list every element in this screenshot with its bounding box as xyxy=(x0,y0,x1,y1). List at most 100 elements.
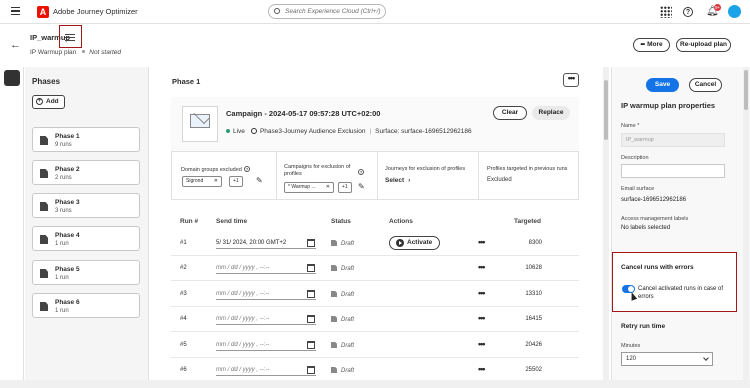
more-label: More xyxy=(647,41,663,48)
phases-title: Phases xyxy=(32,77,61,86)
phase-title: Phase 1 xyxy=(172,77,201,86)
reupload-plan-button[interactable]: Re-upload plan xyxy=(676,38,731,52)
run-status: Draft xyxy=(331,342,354,349)
properties-scrollbar[interactable] xyxy=(743,67,749,381)
row-more-icon[interactable]: ••• xyxy=(478,313,486,323)
plus-icon: + xyxy=(36,98,43,105)
description-field[interactable] xyxy=(621,164,725,178)
col-run: Run # xyxy=(180,218,199,225)
main-scroll-thumb[interactable] xyxy=(604,80,608,140)
calendar-icon[interactable] xyxy=(307,366,315,374)
domain-tag[interactable]: Sigrond ✕ xyxy=(182,176,222,187)
col-status: Status xyxy=(331,218,351,225)
campaign-meta: Live Phase3-Journey Audience Exclusion | Su… xyxy=(226,128,472,135)
live-status-dot xyxy=(226,129,230,133)
phase-card[interactable]: Phase 6 1 run xyxy=(32,293,140,318)
phase-icon xyxy=(40,202,48,211)
campaign-tag[interactable]: * Warmup ... ✕ xyxy=(284,182,334,193)
apps-grid-icon[interactable] xyxy=(660,6,672,18)
minutes-value: 120 xyxy=(626,356,637,362)
row-more-icon[interactable]: ••• xyxy=(478,288,486,298)
remove-tag-icon[interactable]: ✕ xyxy=(326,183,330,192)
phase-more-button[interactable]: ••• xyxy=(563,73,579,87)
row-more-icon[interactable]: ••• xyxy=(478,339,486,349)
run-number: #4 xyxy=(180,316,187,322)
phase-card[interactable]: Phase 2 2 runs xyxy=(32,160,140,185)
settings-sliders-icon[interactable] xyxy=(64,32,76,43)
send-time-input[interactable]: mm / dd / yyyy , --:-- xyxy=(216,364,316,376)
activate-label: Activate xyxy=(407,239,433,246)
top-bar: A Adobe Journey Optimizer Search Experie… xyxy=(0,0,750,24)
domain-more-tag[interactable]: +1 xyxy=(229,176,243,187)
save-button[interactable]: Save xyxy=(646,78,679,92)
phase-card[interactable]: Phase 1 9 runs xyxy=(32,127,140,152)
cancel-runs-section xyxy=(612,252,737,312)
search-input[interactable]: Search Experience Cloud (Ctrl+/) xyxy=(268,4,386,19)
cancel-runs-toggle-label: Cancel activated runs in case of errors xyxy=(638,286,724,300)
calendar-icon[interactable] xyxy=(307,315,315,323)
edit-pencil-icon[interactable]: ✎ xyxy=(358,183,366,191)
calendar-icon[interactable] xyxy=(307,341,315,349)
phase-runs: 3 runs xyxy=(55,208,72,214)
add-phase-button[interactable]: + Add xyxy=(32,95,65,109)
phase-card[interactable]: Phase 4 1 run xyxy=(32,226,140,251)
properties-title: IP warmup plan properties xyxy=(621,101,716,110)
replace-button[interactable]: Replace xyxy=(532,106,570,120)
edit-pencil-icon[interactable]: ✎ xyxy=(256,177,264,185)
more-button[interactable]: ••• More xyxy=(633,38,670,52)
send-time-input[interactable]: mm / dd / yyyy , --:-- xyxy=(216,288,316,300)
help-icon[interactable]: ? xyxy=(358,169,364,175)
layers-icon[interactable] xyxy=(4,70,20,86)
help-icon[interactable]: ? xyxy=(683,7,693,17)
send-time-input[interactable]: mm / dd / yyyy , --:-- xyxy=(216,339,316,351)
profiles-targeted-value: Excluded xyxy=(487,177,512,183)
calendar-icon[interactable] xyxy=(307,264,315,272)
col-targeted: Targeted xyxy=(514,218,541,225)
calendar-icon[interactable] xyxy=(307,290,315,298)
clear-button[interactable]: Clear xyxy=(493,106,527,120)
activate-button[interactable]: Activate xyxy=(389,236,440,250)
table-row: #1 5/ 31/ 2024, 20:00 GMT+2 Draft Activa… xyxy=(171,231,579,256)
phase-runs: 2 runs xyxy=(55,175,72,181)
chevron-right-icon: › xyxy=(408,177,411,184)
run-status: Draft xyxy=(331,367,354,374)
send-time-input[interactable]: mm / dd / yyyy , --:-- xyxy=(216,262,316,274)
phase-card[interactable]: Phase 3 3 runs xyxy=(32,193,140,218)
avatar[interactable] xyxy=(728,5,741,18)
row-more-icon[interactable]: ••• xyxy=(478,262,486,272)
campaign-more-tag[interactable]: +1 xyxy=(338,182,352,193)
send-time-input[interactable]: 5/ 31/ 2024, 20:00 GMT+2 xyxy=(216,237,316,249)
campaign-tag-label: * Warmup ... xyxy=(288,184,316,190)
phase-card[interactable]: Phase 5 1 run xyxy=(32,260,140,285)
targeted-count: 20426 xyxy=(525,342,542,348)
journeys-select-label: Select xyxy=(385,177,405,184)
run-status: Draft xyxy=(331,291,354,298)
adobe-logo[interactable]: A xyxy=(37,6,49,18)
app-name[interactable]: Adobe Journey Optimizer xyxy=(53,7,138,16)
email-surface-label: Email surface xyxy=(621,186,655,192)
plan-subtitle: IP Warmup plan Not started xyxy=(30,49,121,56)
email-surface-value: surface-1696512962186 xyxy=(621,197,687,203)
calendar-icon[interactable] xyxy=(307,239,315,247)
help-icon[interactable]: ? xyxy=(243,166,250,172)
profiles-targeted-label: Profiles targeted in previous runs xyxy=(487,166,568,172)
phase-icon xyxy=(40,302,48,311)
journeys-select[interactable]: Select › xyxy=(385,177,410,184)
name-field[interactable]: IP_warmup xyxy=(621,133,725,147)
run-number: #1 xyxy=(180,240,187,246)
row-more-icon[interactable]: ••• xyxy=(478,364,486,374)
cancel-button[interactable]: Cancel xyxy=(689,78,722,92)
send-time-input[interactable]: mm / dd / yyyy , --:-- xyxy=(216,313,316,325)
run-number: #5 xyxy=(180,342,187,348)
minutes-select[interactable]: 120 xyxy=(621,352,713,366)
menu-icon[interactable] xyxy=(11,7,20,15)
domain-tag-label: Sigrond xyxy=(186,178,204,184)
table-row: #4 mm / dd / yyyy , --:-- Draft ••• 1641… xyxy=(171,307,579,332)
horizontal-scrollbar[interactable] xyxy=(0,380,750,388)
remove-tag-icon[interactable]: ✕ xyxy=(214,177,218,186)
phase-name: Phase 4 xyxy=(55,232,80,239)
row-more-icon[interactable]: ••• xyxy=(478,237,486,247)
back-arrow-icon[interactable]: ← xyxy=(10,39,21,51)
phase-runs: 1 run xyxy=(55,308,69,314)
properties-scroll-thumb[interactable] xyxy=(744,70,748,110)
